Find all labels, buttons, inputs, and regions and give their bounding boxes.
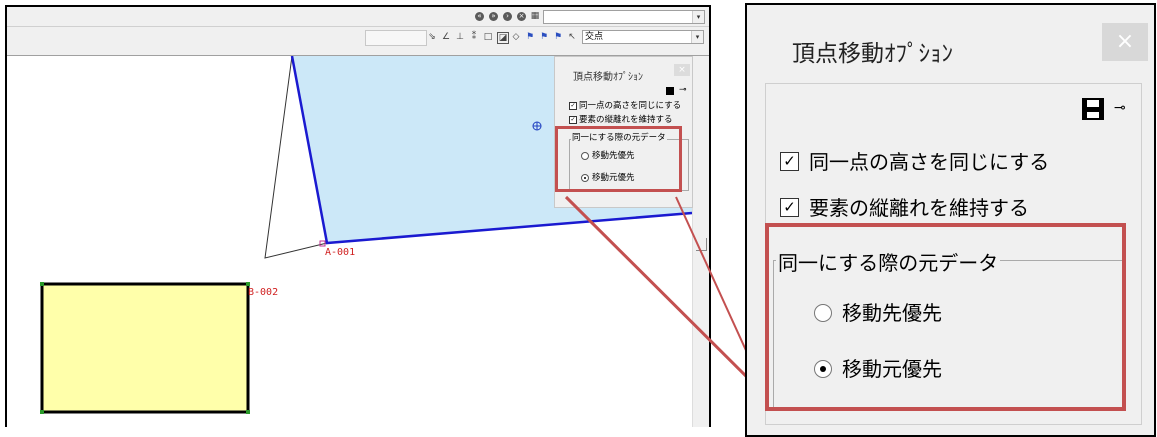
save-icon[interactable] — [1082, 98, 1104, 120]
zoom-highlight-box — [765, 223, 1126, 411]
checkbox-checked-icon: ✓ — [780, 152, 799, 171]
check-same-height[interactable]: ✓ 同一点の高さを同じにする — [780, 146, 1049, 175]
check-keep-vertical[interactable]: ✓ 要素の縦離れを維持する — [780, 192, 1029, 221]
pin-icon[interactable]: ⊸ — [1114, 101, 1128, 115]
dialog-title: 頂点移動ｵﾌﾟｼｮﾝ — [792, 41, 953, 67]
checkbox-checked-icon: ✓ — [780, 198, 799, 217]
close-icon[interactable]: × — [1102, 23, 1148, 61]
